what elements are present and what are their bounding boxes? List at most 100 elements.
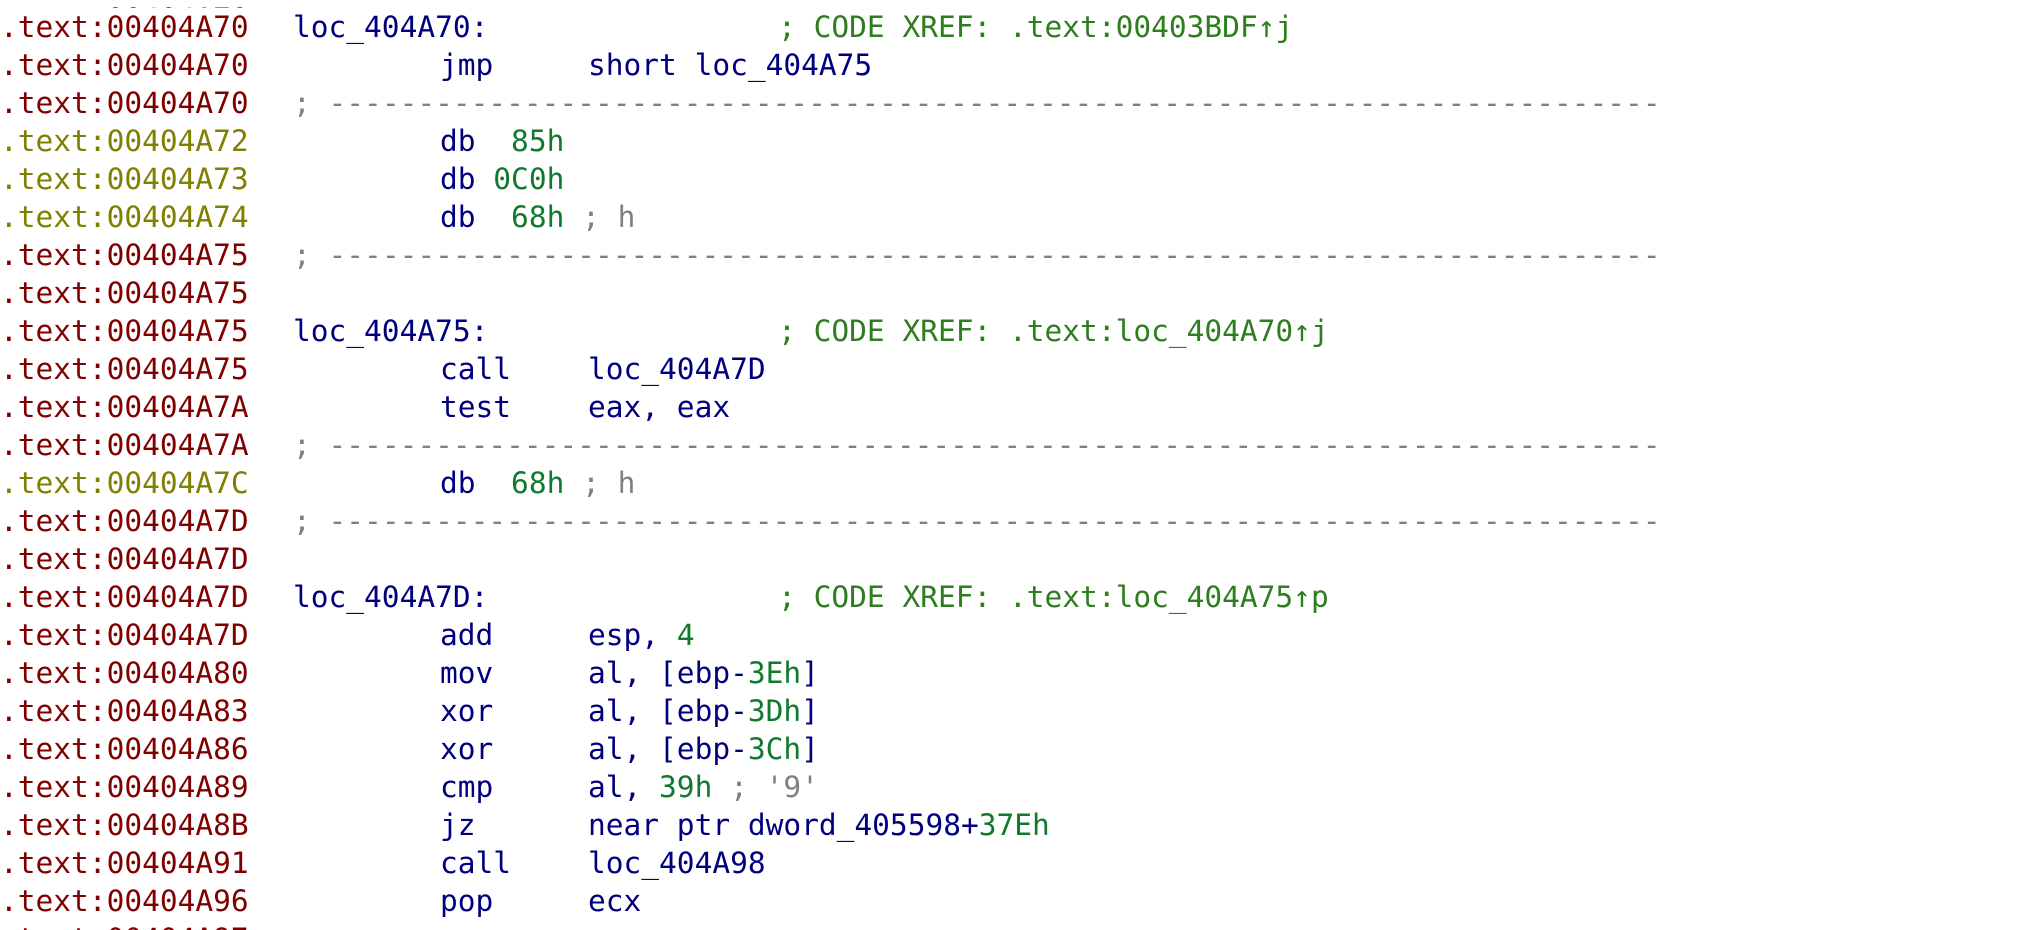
line-address: .text:00404A7D bbox=[0, 580, 249, 614]
disasm-line[interactable]: .text:00404A86 xor al, [ebp-3Ch] bbox=[0, 730, 2040, 768]
line-address: .text:00404A7A bbox=[0, 390, 249, 424]
instruction-operands: near ptr dword_405598+ bbox=[588, 808, 979, 842]
instruction-mnemonic: xor bbox=[440, 694, 494, 728]
disasm-line[interactable]: .text:00404A75; ------------------------… bbox=[0, 236, 2040, 274]
instruction-operands: ecx bbox=[588, 884, 642, 918]
xref-comment[interactable]: ; CODE XREF: .text:00403BDF↑j bbox=[778, 10, 1293, 44]
separator-dashes: ----------------------------------------… bbox=[328, 428, 1661, 462]
disasm-line[interactable]: .text:00404A96 pop ecx bbox=[0, 882, 2040, 920]
instruction-operands: esp, bbox=[588, 618, 677, 652]
disasm-line[interactable]: .text:00404A80 mov al, [ebp-3Eh] bbox=[0, 654, 2040, 692]
line-address: .text:00404A75 bbox=[0, 314, 249, 348]
code-label[interactable]: loc_404A75: bbox=[293, 314, 488, 348]
operand-label[interactable]: loc_404A75 bbox=[695, 48, 873, 82]
instruction-operands: eax, eax bbox=[588, 390, 731, 424]
instruction-operands: al, [ebp- bbox=[588, 694, 748, 728]
operand-label[interactable]: loc_404A7D bbox=[588, 352, 766, 386]
separator-dashes: ----------------------------------------… bbox=[328, 504, 1661, 538]
disassembly-view[interactable]: .text:00404A70 .text:00404A70 loc_404A70:;… bbox=[0, 0, 2040, 930]
line-address: .text:00404A72 bbox=[0, 124, 249, 158]
operand-number: 3Eh bbox=[747, 656, 802, 690]
instruction-mnemonic: cmp bbox=[440, 770, 494, 804]
separator-semicolon: ; bbox=[293, 504, 329, 538]
line-address: .text:00404A89 bbox=[0, 770, 249, 804]
disasm-line[interactable]: .text:00404A97 bbox=[0, 920, 2040, 930]
instruction-operands: al, bbox=[588, 770, 660, 804]
operand-number: 37Eh bbox=[978, 808, 1050, 842]
disasm-line[interactable]: .text:00404A7D; ------------------------… bbox=[0, 502, 2040, 540]
disasm-line[interactable]: .text:00404A75 loc_404A75: ; CODE XREF: .t… bbox=[0, 312, 2040, 350]
disasm-line[interactable]: .text:00404A7D add esp, 4 bbox=[0, 616, 2040, 654]
instruction-operands: short bbox=[588, 48, 695, 82]
xref-comment[interactable]: ; CODE XREF: .text:loc_404A75↑p bbox=[778, 580, 1329, 614]
operand-number: 39h bbox=[659, 770, 713, 804]
db-directive: db bbox=[440, 162, 476, 196]
disasm-line[interactable]: .text:00404A7C db 68h ; h bbox=[0, 464, 2040, 502]
instruction-operands: al, [ebp- bbox=[588, 732, 748, 766]
db-comment: ; h bbox=[564, 466, 636, 500]
separator-dashes: ----------------------------------------… bbox=[328, 238, 1661, 272]
db-directive: db bbox=[440, 466, 476, 500]
line-address: .text:00404A70 bbox=[0, 10, 249, 44]
disasm-line[interactable]: .text:00404A7A test eax, eax bbox=[0, 388, 2040, 426]
db-directive: db bbox=[440, 200, 476, 234]
operand-suffix: ] bbox=[801, 732, 819, 766]
db-value: 68h bbox=[475, 200, 565, 234]
line-address: .text:00404A86 bbox=[0, 732, 249, 766]
code-label[interactable]: loc_404A70: bbox=[293, 10, 488, 44]
line-address: .text:00404A7C bbox=[0, 466, 249, 500]
separator-semicolon: ; bbox=[293, 86, 329, 120]
disasm-line[interactable]: .text:00404A72 db 85h bbox=[0, 122, 2040, 160]
xref-comment[interactable]: ; CODE XREF: .text:loc_404A70↑j bbox=[778, 314, 1329, 348]
line-address: .text:00404A83 bbox=[0, 694, 249, 728]
disasm-line[interactable]: .text:00404A7D loc_404A7D: ; CODE XREF: .t… bbox=[0, 578, 2040, 616]
disasm-line[interactable]: .text:00404A74 db 68h ; h bbox=[0, 198, 2040, 236]
disasm-line[interactable]: .text:00404A89 cmp al, 39h ; '9' bbox=[0, 768, 2040, 806]
line-address: .text:00404A7D bbox=[0, 618, 249, 652]
disasm-line[interactable]: .text:00404A70 jmp short loc_404A75 bbox=[0, 46, 2040, 84]
operand-label[interactable]: loc_404A98 bbox=[588, 846, 766, 880]
disasm-line[interactable]: .text:00404A91 call loc_404A98 bbox=[0, 844, 2040, 882]
disasm-line[interactable]: .text:00404A8B jz near ptr dword_405598+37… bbox=[0, 806, 2040, 844]
line-address: .text:00404A75 bbox=[0, 352, 249, 386]
line-address: .text:00404A7D bbox=[0, 542, 249, 576]
instruction-mnemonic: xor bbox=[440, 732, 494, 766]
instruction-mnemonic: pop bbox=[440, 884, 494, 918]
operand-number: 3Ch bbox=[747, 732, 802, 766]
operand-number: 3Dh bbox=[747, 694, 802, 728]
instruction-mnemonic: add bbox=[440, 618, 494, 652]
instruction-comment: ; '9' bbox=[712, 770, 819, 804]
line-address: .text:00404A74 bbox=[0, 200, 249, 234]
line-address: .text:00404A8B bbox=[0, 808, 249, 842]
instruction-mnemonic: call bbox=[440, 846, 512, 880]
disasm-line[interactable]: .text:00404A70 bbox=[0, 0, 2040, 8]
disasm-line[interactable]: .text:00404A70; ------------------------… bbox=[0, 84, 2040, 122]
line-address: .text:00404A70 bbox=[0, 86, 249, 120]
disasm-line[interactable]: .text:00404A75 call loc_404A7D bbox=[0, 350, 2040, 388]
instruction-mnemonic: jz bbox=[440, 808, 476, 842]
instruction-mnemonic: test bbox=[440, 390, 512, 424]
line-address: .text:00404A91 bbox=[0, 846, 249, 880]
disasm-line[interactable]: .text:00404A83 xor al, [ebp-3Dh] bbox=[0, 692, 2040, 730]
line-address: .text:00404A75 bbox=[0, 238, 249, 272]
operand-number: 4 bbox=[676, 618, 695, 652]
line-address: .text:00404A7A bbox=[0, 428, 249, 462]
disasm-line[interactable]: .text:00404A73 db 0C0h bbox=[0, 160, 2040, 198]
disasm-line[interactable]: .text:00404A7D bbox=[0, 540, 2040, 578]
instruction-mnemonic: jmp bbox=[440, 48, 494, 82]
db-value: 0C0h bbox=[475, 162, 565, 196]
line-address: .text:00404A7D bbox=[0, 504, 249, 538]
line-address: .text:00404A96 bbox=[0, 884, 249, 918]
disasm-line[interactable]: .text:00404A70 loc_404A70: ; CODE XREF: .t… bbox=[0, 8, 2040, 46]
separator-semicolon: ; bbox=[293, 428, 329, 462]
line-address: .text:00404A75 bbox=[0, 276, 249, 310]
separator-semicolon: ; bbox=[293, 238, 329, 272]
disasm-line[interactable]: .text:00404A75 bbox=[0, 274, 2040, 312]
line-address: .text:00404A70 bbox=[0, 48, 249, 82]
db-value: 85h bbox=[475, 124, 565, 158]
db-value: 68h bbox=[475, 466, 565, 500]
db-comment: ; h bbox=[564, 200, 636, 234]
code-label[interactable]: loc_404A7D: bbox=[293, 580, 488, 614]
instruction-operands: al, [ebp- bbox=[588, 656, 748, 690]
disasm-line[interactable]: .text:00404A7A; ------------------------… bbox=[0, 426, 2040, 464]
